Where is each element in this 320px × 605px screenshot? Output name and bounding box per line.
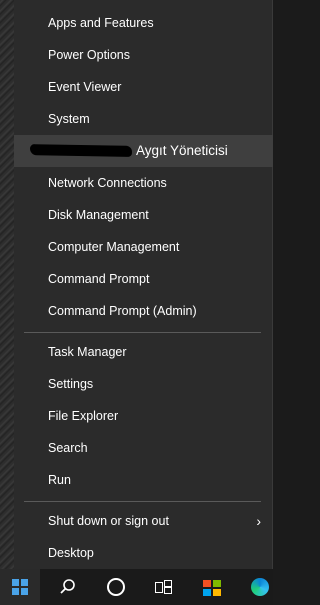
menu-item-task-manager[interactable]: Task Manager — [14, 336, 273, 368]
menu-item-apps-and-features[interactable]: Apps and Features — [14, 7, 273, 39]
chevron-right-icon: › — [256, 513, 261, 529]
menu-item-computer-management[interactable]: Computer Management — [14, 231, 273, 263]
winx-quick-link-menu: Apps and Features Power Options Event Vi… — [14, 0, 273, 569]
menu-item-search[interactable]: Search — [14, 432, 273, 464]
menu-item-command-prompt-admin[interactable]: Command Prompt (Admin) — [14, 295, 273, 327]
menu-item-desktop[interactable]: Desktop — [14, 537, 273, 569]
menu-item-label: Command Prompt (Admin) — [48, 304, 197, 318]
edge-button[interactable] — [240, 569, 280, 605]
search-icon — [60, 579, 75, 594]
menu-item-settings[interactable]: Settings — [14, 368, 273, 400]
menu-divider — [24, 332, 261, 333]
menu-item-label: Shut down or sign out — [48, 514, 169, 528]
menu-divider — [24, 501, 261, 502]
menu-item-command-prompt[interactable]: Command Prompt — [14, 263, 273, 295]
start-button[interactable] — [0, 569, 40, 605]
menu-item-label: Computer Management — [48, 240, 180, 254]
windows-start-icon — [12, 579, 28, 595]
menu-item-label: Power Options — [48, 48, 130, 62]
desktop-background — [0, 0, 14, 569]
cortana-icon — [107, 578, 125, 596]
menu-item-power-options[interactable]: Power Options — [14, 39, 273, 71]
menu-item-label: Run — [48, 473, 71, 487]
menu-item-system[interactable]: System — [14, 103, 273, 135]
menu-item-run[interactable]: Run — [14, 464, 273, 496]
menu-item-label: Command Prompt — [48, 272, 150, 286]
cortana-button[interactable] — [96, 569, 136, 605]
menu-item-label: File Explorer — [48, 409, 119, 423]
task-view-icon — [155, 580, 173, 594]
menu-item-shut-down-or-sign-out[interactable]: Shut down or sign out › — [14, 505, 273, 537]
redaction-mark — [29, 144, 133, 157]
menu-item-label: Settings — [48, 377, 94, 391]
search-button[interactable] — [48, 569, 88, 605]
menu-item-label: Apps and Features — [48, 16, 154, 30]
menu-item-label: Network Connections — [48, 176, 167, 190]
menu-item-label: Disk Management — [48, 208, 149, 222]
menu-item-label: Aygıt Yöneticisi — [136, 143, 228, 158]
edge-icon — [251, 578, 269, 596]
task-view-button[interactable] — [144, 569, 184, 605]
menu-item-label: System — [48, 112, 90, 126]
menu-item-disk-management[interactable]: Disk Management — [14, 199, 273, 231]
menu-item-label: Task Manager — [48, 345, 127, 359]
menu-item-device-manager[interactable]: Aygıt Yöneticisi — [14, 135, 273, 167]
menu-item-file-explorer[interactable]: File Explorer — [14, 400, 273, 432]
menu-item-label: Desktop — [48, 546, 94, 560]
taskbar — [0, 569, 273, 605]
menu-item-label: Search — [48, 441, 88, 455]
store-button[interactable] — [192, 569, 232, 605]
menu-item-label: Event Viewer — [48, 80, 122, 94]
store-icon — [203, 578, 221, 596]
menu-item-event-viewer[interactable]: Event Viewer — [14, 71, 273, 103]
menu-item-network-connections[interactable]: Network Connections — [14, 167, 273, 199]
